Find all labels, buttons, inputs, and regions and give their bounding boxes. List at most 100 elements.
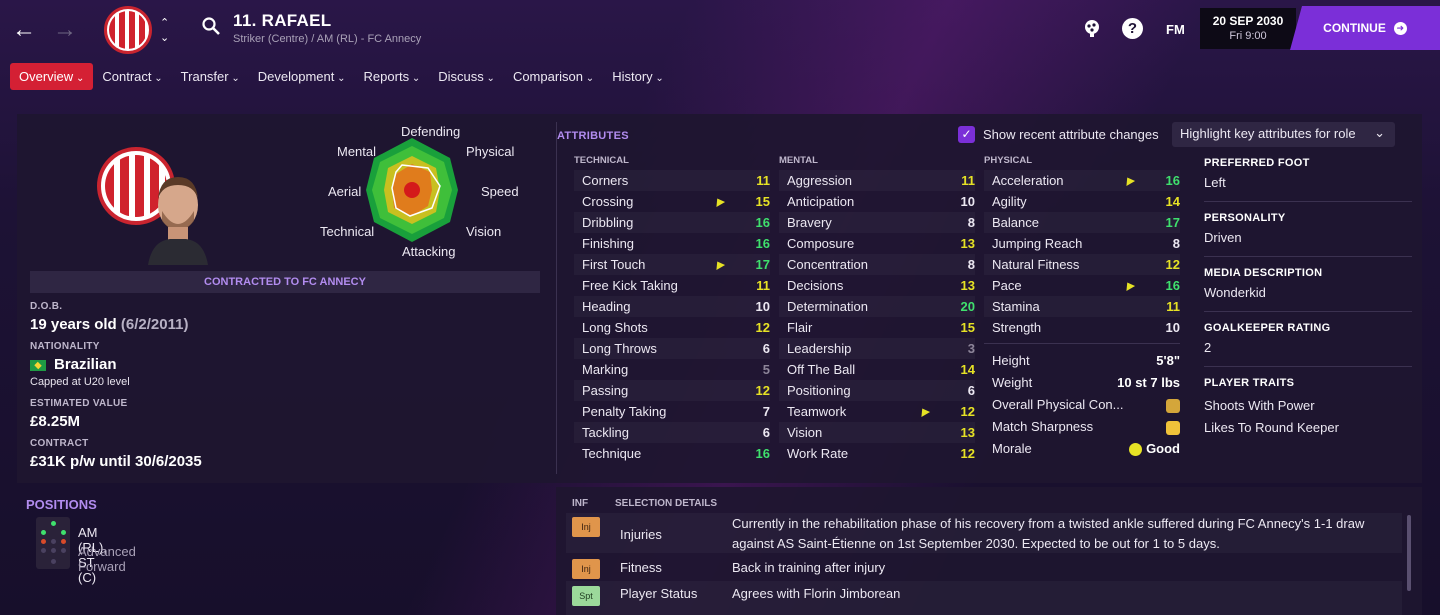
attribute-row[interactable]: Dribbling 16 xyxy=(574,212,770,233)
attribute-row[interactable]: Work Rate 12 xyxy=(779,443,975,464)
attribute-row[interactable]: Composure 13 xyxy=(779,233,975,254)
attribute-row[interactable]: Leadership 3 xyxy=(779,338,975,359)
attribute-row[interactable]: Off The Ball 14 xyxy=(779,359,975,380)
tab-reports[interactable]: Reports xyxy=(355,63,430,90)
attributes-section: ATTRIBUTES ✓ Show recent attribute chang… xyxy=(0,114,1440,483)
attribute-row[interactable]: Decisions 13 xyxy=(779,275,975,296)
attribute-row[interactable]: Agility 14 xyxy=(984,191,1180,212)
back-arrow-icon[interactable]: ← xyxy=(12,16,36,44)
attribute-value: 5 xyxy=(762,362,770,377)
tab-comparison[interactable]: Comparison xyxy=(504,63,603,90)
attribute-row[interactable]: Balance 17 xyxy=(984,212,1180,233)
club-badge-icon[interactable] xyxy=(104,6,152,54)
condition-row[interactable]: Overall Physical Con... xyxy=(984,394,1180,416)
forward-arrow-icon[interactable]: → xyxy=(53,16,77,44)
attribute-value: 12 xyxy=(960,446,975,461)
role-text[interactable]: Advanced Forward xyxy=(78,544,136,574)
attribute-row[interactable]: Natural Fitness 12 xyxy=(984,254,1180,275)
attribute-row[interactable]: Stamina 11 xyxy=(984,296,1180,317)
tab-contract[interactable]: Contract xyxy=(93,63,171,90)
attribute-name: Acceleration xyxy=(992,173,1064,188)
attribute-value: 11 xyxy=(756,173,770,188)
selection-details-panel: INF SELECTION DETAILS Inj Injuries Curre… xyxy=(556,487,1422,615)
attribute-row[interactable]: Marking 5 xyxy=(574,359,770,380)
tab-overview[interactable]: Overview xyxy=(10,63,94,90)
attribute-row[interactable]: Strength 10 xyxy=(984,317,1180,338)
height-row: Height 5'8" xyxy=(984,350,1180,372)
attribute-row[interactable]: Long Shots 12 xyxy=(574,317,770,338)
trait-item[interactable]: Shoots With Power xyxy=(1204,398,1315,413)
attribute-row[interactable]: Heading 10 xyxy=(574,296,770,317)
attribute-increase-arrow-icon xyxy=(1122,279,1136,292)
player-subtitle[interactable]: Striker (Centre) / AM (RL) - FC Annecy xyxy=(233,33,421,45)
attribute-name: Tackling xyxy=(582,425,629,440)
highlight-role-dropdown[interactable]: Highlight key attributes for role ⌄ xyxy=(1172,122,1395,147)
attribute-value: 16 xyxy=(755,236,770,251)
search-icon[interactable] xyxy=(202,17,220,35)
divider xyxy=(1204,366,1412,367)
attribute-row[interactable]: Long Throws 6 xyxy=(574,338,770,359)
attribute-row[interactable]: Finishing 16 xyxy=(574,233,770,254)
attributes-title: ATTRIBUTES xyxy=(557,130,629,142)
attribute-name: Long Throws xyxy=(582,341,657,356)
attribute-value: 8 xyxy=(967,257,975,272)
attribute-row[interactable]: Flair 15 xyxy=(779,317,975,338)
selection-row-name: Fitness xyxy=(620,560,662,575)
attribute-row[interactable]: Tackling 6 xyxy=(574,422,770,443)
attribute-increase-arrow-icon xyxy=(712,258,726,271)
trait-item[interactable]: Likes To Round Keeper xyxy=(1204,420,1339,435)
fm-menu-icon[interactable]: FM xyxy=(1166,22,1185,37)
attribute-name: Natural Fitness xyxy=(992,257,1080,272)
attribute-row[interactable]: Concentration 8 xyxy=(779,254,975,275)
attribute-increase-arrow-icon xyxy=(1122,174,1136,187)
mental-attributes: Aggression 11 Anticipation 10 Bravery 8 Compos… xyxy=(779,170,975,464)
attribute-row[interactable]: Technique 16 xyxy=(574,443,770,464)
tab-discuss[interactable]: Discuss xyxy=(429,63,504,90)
attribute-row[interactable]: Aggression 11 xyxy=(779,170,975,191)
attribute-name: Off The Ball xyxy=(787,362,856,377)
preferred-foot-value: Left xyxy=(1204,175,1226,190)
sharpness-row[interactable]: Match Sharpness xyxy=(984,416,1180,438)
chevron-down-icon[interactable]: ⌄ xyxy=(160,31,169,44)
game-date[interactable]: 20 SEP 2030 Fri 9:00 xyxy=(1200,8,1296,49)
attribute-row[interactable]: Crossing 15 xyxy=(574,191,770,212)
show-changes-checkbox[interactable]: ✓ xyxy=(958,126,975,143)
media-label: MEDIA DESCRIPTION xyxy=(1204,267,1323,279)
position-pitch-icon[interactable] xyxy=(36,517,70,569)
attribute-value: 17 xyxy=(1165,215,1180,230)
attribute-row[interactable]: Teamwork 12 xyxy=(779,401,975,422)
attribute-name: Aggression xyxy=(787,173,853,188)
tab-development[interactable]: Development xyxy=(249,63,355,90)
attribute-row[interactable]: Positioning 6 xyxy=(779,380,975,401)
help-icon[interactable]: ? xyxy=(1122,18,1143,39)
attribute-row[interactable]: Corners 11 xyxy=(574,170,770,191)
attribute-row[interactable]: Penalty Taking 7 xyxy=(574,401,770,422)
technical-header: TECHNICAL xyxy=(574,155,629,166)
attribute-row[interactable]: Passing 12 xyxy=(574,380,770,401)
attribute-value: 8 xyxy=(967,215,975,230)
chevron-up-icon[interactable]: ⌃ xyxy=(160,16,169,29)
media-value: Wonderkid xyxy=(1204,285,1266,300)
attribute-row[interactable]: Bravery 8 xyxy=(779,212,975,233)
scrollbar[interactable] xyxy=(1407,515,1411,591)
attribute-row[interactable]: Free Kick Taking 11 xyxy=(574,275,770,296)
attribute-row[interactable]: Acceleration 16 xyxy=(984,170,1180,191)
attribute-row[interactable]: Pace 16 xyxy=(984,275,1180,296)
tab-history[interactable]: History xyxy=(603,63,673,90)
attribute-row[interactable]: Determination 20 xyxy=(779,296,975,317)
sharpness-label: Match Sharpness xyxy=(992,419,1094,434)
tab-bar: Overview Contract Transfer Development R… xyxy=(10,63,673,90)
attribute-row[interactable]: Vision 13 xyxy=(779,422,975,443)
selection-row-desc: Agrees with Florin Jimborean xyxy=(732,586,901,601)
show-changes-label[interactable]: Show recent attribute changes xyxy=(983,127,1159,142)
tab-transfer[interactable]: Transfer xyxy=(172,63,249,90)
continue-button[interactable]: CONTINUE ➜ xyxy=(1290,6,1440,50)
morale-row[interactable]: Morale Good xyxy=(984,438,1180,460)
attribute-row[interactable]: Jumping Reach 8 xyxy=(984,233,1180,254)
attribute-row[interactable]: Anticipation 10 xyxy=(779,191,975,212)
attribute-row[interactable]: First Touch 17 xyxy=(574,254,770,275)
attribute-value: 11 xyxy=(1166,299,1180,314)
physical-header: PHYSICAL xyxy=(984,155,1033,166)
weight-value: 10 st 7 lbs xyxy=(1117,375,1180,390)
social-feed-icon[interactable] xyxy=(1082,18,1102,38)
